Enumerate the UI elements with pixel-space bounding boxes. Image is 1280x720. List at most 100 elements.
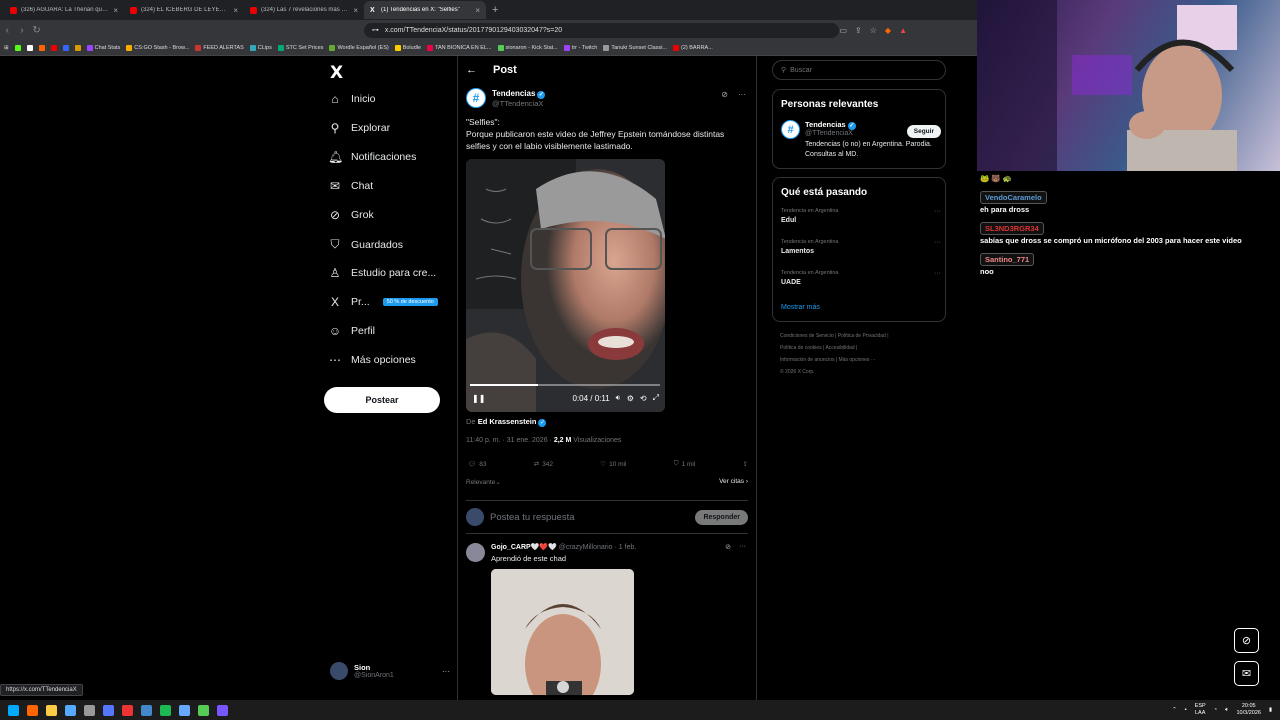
tray-icon[interactable]: ▪ bbox=[1185, 707, 1187, 713]
post-author[interactable]: # Tendencias ✓ @TTendenciaX bbox=[466, 88, 546, 108]
nav-item-premium[interactable]: X Pr... 50 % de descuento bbox=[328, 295, 438, 309]
bookmark-icon-item[interactable] bbox=[38, 44, 45, 51]
more-icon[interactable]: ··· bbox=[934, 208, 941, 215]
app-icon[interactable] bbox=[141, 704, 152, 716]
bookmark-icon-item[interactable] bbox=[74, 44, 81, 51]
avatar[interactable]: # bbox=[781, 120, 800, 139]
repeat-icon[interactable]: ⟲ bbox=[640, 394, 647, 403]
reply-media[interactable] bbox=[491, 569, 634, 695]
show-more-link[interactable]: Mostrar más bbox=[781, 304, 820, 311]
chat-username[interactable]: Santino_771 bbox=[980, 253, 1035, 266]
rewards-icon[interactable]: ▲ bbox=[899, 26, 907, 35]
star-icon[interactable]: ☆ bbox=[870, 26, 877, 35]
like-action[interactable]: ♡ 10 mil bbox=[600, 460, 626, 469]
url-field[interactable]: ⊶ x.com/TTendenciaX/status/20177901294030… bbox=[363, 22, 840, 38]
more-icon[interactable]: ··· bbox=[934, 270, 941, 277]
nav-item-perfil[interactable]: ☺ Perfil bbox=[328, 324, 375, 338]
windows-start-icon[interactable] bbox=[8, 704, 19, 716]
share-icon[interactable]: ⇪ bbox=[855, 26, 862, 35]
bookmark-action[interactable]: ⛉ 1 mil bbox=[674, 460, 696, 468]
chat-username[interactable]: SL3ND3RGR34 bbox=[980, 222, 1044, 235]
forward-icon[interactable]: › bbox=[15, 25, 30, 36]
credit-author-link[interactable]: Ed Krassenstein bbox=[478, 417, 537, 426]
app-icon[interactable] bbox=[122, 704, 133, 716]
bookmark-item[interactable]: Boludle bbox=[394, 44, 421, 51]
view-quotes-link[interactable]: Ver citas › bbox=[719, 478, 748, 486]
bookmark-item[interactable]: Tanuki Sunset Classi... bbox=[603, 44, 667, 51]
grok-icon[interactable]: ⊘ bbox=[725, 543, 731, 551]
browser-tab-active[interactable]: X (1) Tendencias en X: "Selfies" × bbox=[364, 1, 486, 19]
post-button[interactable]: Postear bbox=[324, 387, 440, 413]
x-logo[interactable]: X bbox=[330, 63, 343, 83]
close-icon[interactable]: × bbox=[353, 6, 358, 15]
nav-item-estudio[interactable]: ♙ Estudio para cre... bbox=[328, 266, 437, 280]
apps-icon[interactable]: ⊞ bbox=[4, 45, 9, 51]
close-icon[interactable]: × bbox=[475, 6, 480, 15]
app-icon[interactable] bbox=[84, 704, 95, 716]
bookmark-item[interactable]: FEED ALERTAS bbox=[195, 44, 244, 51]
more-icon[interactable]: ··· bbox=[739, 543, 746, 551]
site-info-icon[interactable]: ⊶ bbox=[372, 26, 379, 34]
bookmark-item[interactable]: STC Set Prices bbox=[277, 44, 323, 51]
nav-item-guardados[interactable]: ⛉ Guardados bbox=[328, 237, 402, 252]
steam-icon[interactable] bbox=[65, 704, 76, 716]
search-input[interactable]: ⚲ Buscar bbox=[772, 60, 946, 80]
avatar[interactable] bbox=[466, 543, 485, 562]
fullscreen-icon[interactable]: ⤢ bbox=[653, 393, 659, 403]
mail-icon[interactable]: ✉ bbox=[1234, 661, 1259, 686]
nav-item-explorar[interactable]: ⚲ Explorar bbox=[328, 121, 391, 135]
bookmark-item[interactable]: (2) BARRA... bbox=[673, 44, 713, 51]
grok-icon[interactable]: ⊘ bbox=[1234, 628, 1259, 653]
reload-icon[interactable]: ↻ bbox=[29, 25, 44, 36]
browser-tab[interactable]: (326) AGUARA: La Therian que Resulto× bbox=[4, 1, 124, 19]
wifi-icon[interactable]: ◔ bbox=[1214, 707, 1217, 713]
follow-button[interactable]: Seguir bbox=[906, 125, 941, 138]
cast-icon[interactable]: ▭ bbox=[839, 26, 847, 35]
close-icon[interactable]: × bbox=[113, 6, 118, 15]
language-indicator[interactable]: ESP LAA bbox=[1195, 703, 1206, 717]
notification-icon[interactable]: ▮ bbox=[1269, 707, 1272, 713]
bookmark-item[interactable]: sionaron - Kick Stat... bbox=[497, 44, 558, 51]
nav-item-mas-opciones[interactable]: ⋯ Más opciones bbox=[328, 353, 416, 367]
back-icon[interactable]: ‹ bbox=[0, 25, 15, 36]
chevron-up-icon[interactable]: ⌃ bbox=[1172, 707, 1177, 713]
reply-button[interactable]: Responder bbox=[695, 509, 748, 525]
share-action[interactable]: ⇪ bbox=[743, 460, 748, 468]
avatar[interactable]: # bbox=[466, 88, 486, 108]
more-icon[interactable]: ··· bbox=[442, 667, 450, 676]
bookmark-icon-item[interactable] bbox=[62, 44, 69, 51]
bookmark-icon-item[interactable] bbox=[50, 44, 57, 51]
reply-input[interactable]: Postea tu respuesta bbox=[490, 512, 689, 523]
sort-dropdown[interactable]: Relevante⌄ bbox=[466, 478, 501, 486]
new-tab-button[interactable]: + bbox=[492, 4, 498, 16]
account-switcher[interactable]: Sion @SionAron1 ··· bbox=[330, 662, 450, 680]
nav-item-chat[interactable]: ✉ Chat bbox=[328, 179, 373, 193]
spotify-icon[interactable] bbox=[160, 704, 171, 716]
folder-icon[interactable] bbox=[46, 704, 57, 716]
app-icon[interactable] bbox=[198, 704, 209, 716]
volume-icon[interactable]: 🔉︎ bbox=[616, 393, 621, 403]
brave-shield-icon[interactable]: ◆ bbox=[885, 26, 891, 35]
bookmark-kick[interactable] bbox=[14, 44, 21, 51]
pause-icon[interactable]: ❚❚ bbox=[472, 394, 485, 403]
nav-item-grok[interactable]: ⊘ Grok bbox=[328, 208, 374, 222]
browser-tab[interactable]: (324) EL ICEBERG DE LEYENDAS URBANAS× bbox=[124, 1, 244, 19]
more-icon[interactable]: ··· bbox=[738, 90, 746, 99]
reply-action[interactable]: 💬︎ 83 bbox=[468, 460, 487, 469]
video-player[interactable]: ❚❚ 0:04 / 0:11 🔉︎ ⚙ ⟲ ⤢ bbox=[466, 159, 665, 412]
nav-item-notificaciones[interactable]: 🔔︎ Notificaciones bbox=[328, 150, 416, 164]
bookmark-icon-item[interactable] bbox=[26, 44, 33, 51]
nav-item-inicio[interactable]: ⌂ Inicio bbox=[328, 92, 375, 106]
close-icon[interactable]: × bbox=[233, 6, 238, 15]
bookmark-item[interactable]: Wordle Español (ES) bbox=[329, 44, 389, 51]
grok-icon[interactable]: ⊘ bbox=[721, 90, 728, 99]
app-icon[interactable] bbox=[179, 704, 190, 716]
bookmark-item[interactable]: CS:GO Stash - Brow... bbox=[126, 44, 189, 51]
bookmark-item[interactable]: Chat Stats bbox=[86, 44, 120, 51]
chat-username[interactable]: VendoCaramelo bbox=[980, 191, 1047, 204]
trend-item[interactable]: Tendencia en Argentina Edul ··· bbox=[781, 208, 941, 224]
app-icon[interactable] bbox=[217, 704, 228, 716]
more-icon[interactable]: ··· bbox=[934, 239, 941, 246]
settings-icon[interactable]: ⚙ bbox=[627, 394, 634, 403]
back-arrow-icon[interactable]: ← bbox=[466, 64, 477, 76]
